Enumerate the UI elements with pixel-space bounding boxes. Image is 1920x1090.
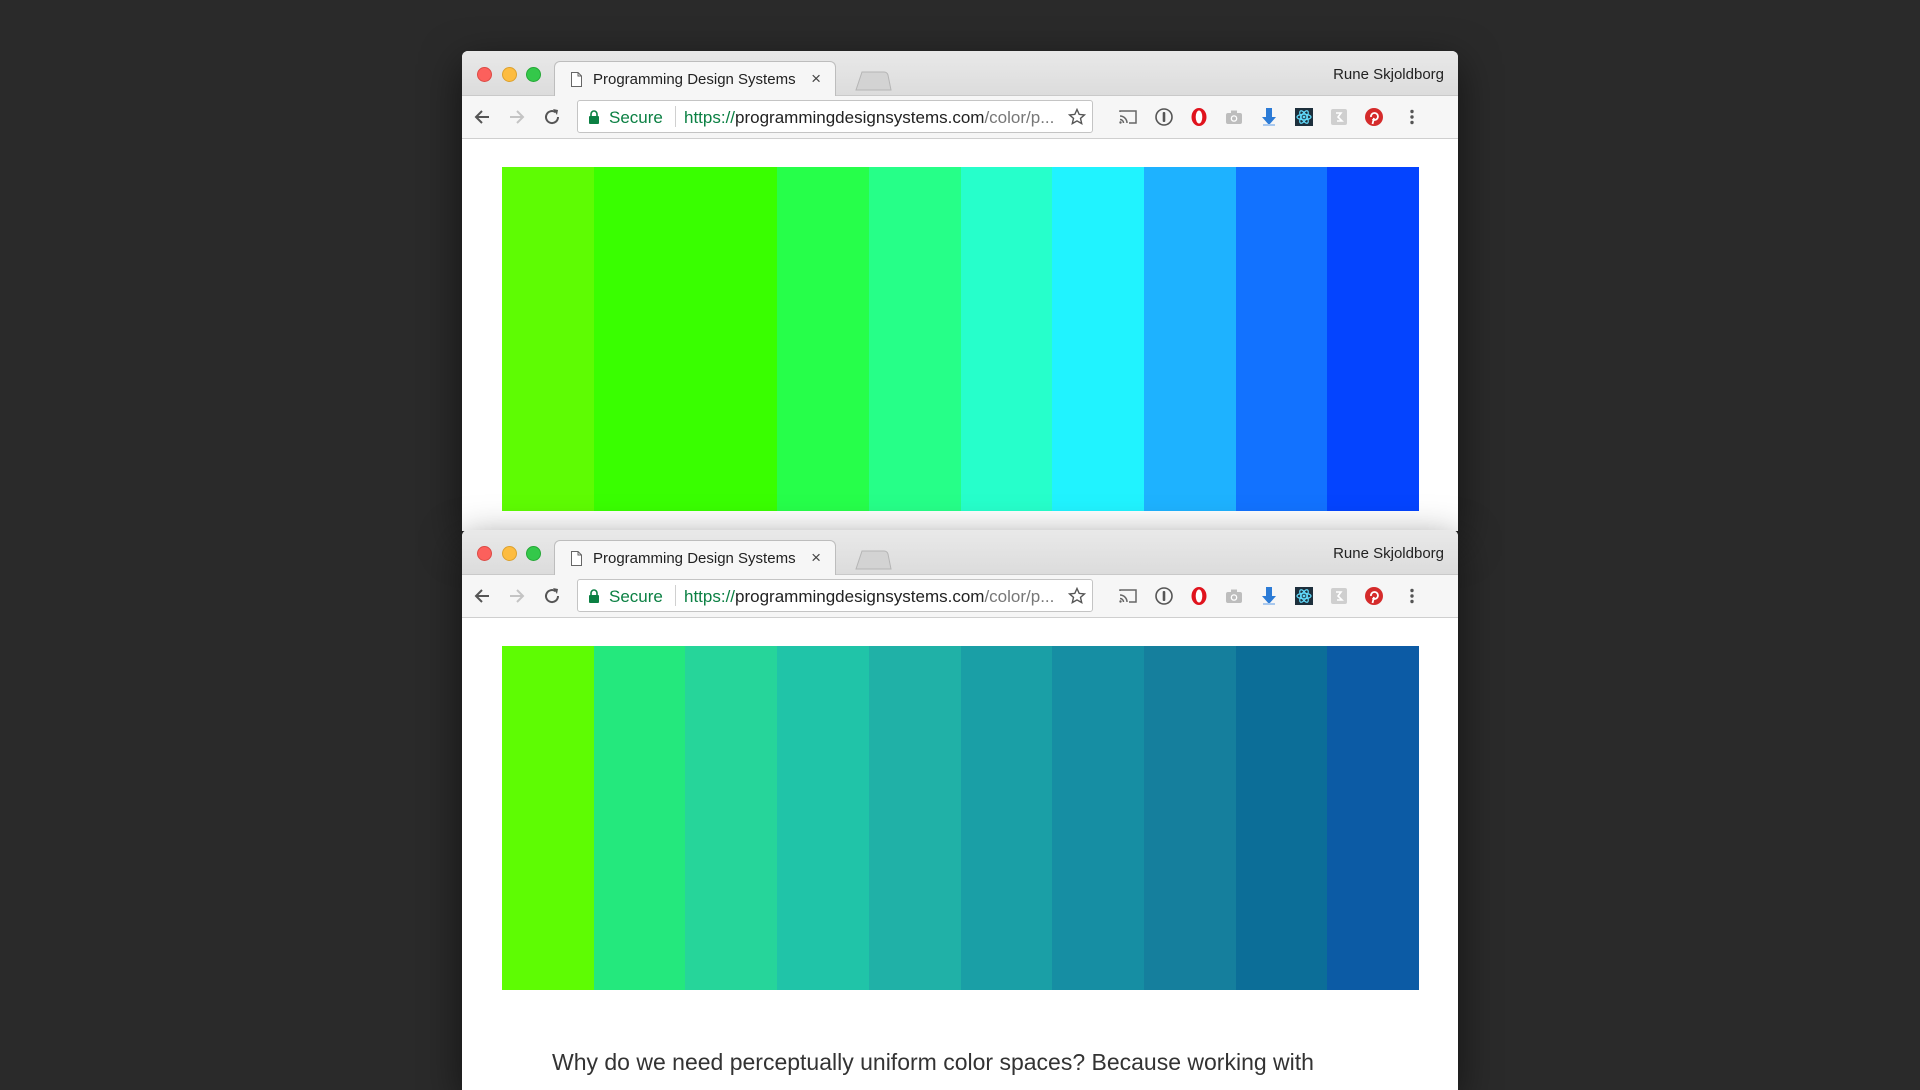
address-bar[interactable]: Secure https://programmingdesignsystems.… (577, 100, 1093, 133)
close-tab-icon[interactable]: × (811, 548, 821, 568)
color-swatch (868, 646, 961, 990)
color-swatch (1143, 646, 1236, 990)
star-icon[interactable] (1068, 108, 1086, 126)
url-scheme: https:// (684, 108, 736, 127)
react-devtools-icon[interactable] (1294, 586, 1314, 606)
color-swatch (1327, 167, 1420, 511)
new-tab-icon[interactable] (854, 71, 892, 91)
title-bar: Programming Design Systems × Rune Skjold… (462, 530, 1458, 576)
url-host: programmingdesignsystems.com (735, 108, 985, 127)
zoom-window-button[interactable] (526, 546, 541, 561)
opera-icon[interactable] (1189, 586, 1209, 606)
1password-icon[interactable] (1154, 107, 1174, 127)
color-swatch (777, 646, 869, 990)
secure-label: Secure (609, 587, 663, 606)
color-swatch (1327, 646, 1420, 990)
lock-icon (589, 589, 599, 603)
color-swatch (593, 646, 686, 990)
star-icon[interactable] (1068, 587, 1086, 605)
browser-toolbar: Secure https://programmingdesignsystems.… (462, 96, 1458, 139)
browser-window-top: Programming Design Systems × Rune Skjold… (462, 51, 1458, 531)
zoom-window-button[interactable] (526, 67, 541, 82)
color-swatch (593, 167, 686, 511)
extension-icon[interactable] (1329, 107, 1349, 127)
download-icon[interactable] (1259, 107, 1279, 127)
url-path: /color/p... (984, 587, 1055, 606)
body-paragraph: Why do we need perceptually uniform colo… (552, 1049, 1314, 1075)
lock-icon (589, 110, 599, 124)
color-swatch (960, 167, 1053, 511)
back-arrow-icon[interactable] (472, 107, 492, 127)
download-icon[interactable] (1259, 586, 1279, 606)
profile-name[interactable]: Rune Skjoldborg (1333, 66, 1444, 83)
url-host: programmingdesignsystems.com (735, 587, 985, 606)
pinterest-icon[interactable] (1364, 107, 1384, 127)
url-path: /color/p... (984, 108, 1055, 127)
swatch-strip (502, 167, 1420, 511)
new-tab-icon[interactable] (854, 550, 892, 570)
secure-label: Secure (609, 108, 663, 127)
color-swatch (1235, 167, 1328, 511)
page-icon (571, 551, 582, 566)
browser-window-bottom: Programming Design Systems × Rune Skjold… (462, 530, 1458, 1090)
close-tab-icon[interactable]: × (811, 69, 821, 89)
url-text: https://programmingdesignsystems.com/col… (684, 108, 1079, 128)
cast-icon[interactable] (1118, 586, 1138, 606)
url-text: https://programmingdesignsystems.com/col… (684, 587, 1079, 607)
color-swatch (502, 167, 594, 511)
minimize-window-button[interactable] (502, 546, 517, 561)
back-arrow-icon[interactable] (472, 586, 492, 606)
tab-title: Programming Design Systems (593, 550, 796, 567)
address-divider (675, 106, 676, 127)
browser-tab[interactable]: Programming Design Systems × (554, 61, 836, 97)
color-swatch (960, 646, 1053, 990)
color-swatch (868, 167, 961, 511)
browser-toolbar: Secure https://programmingdesignsystems.… (462, 575, 1458, 618)
address-bar[interactable]: Secure https://programmingdesignsystems.… (577, 579, 1093, 612)
camera-icon[interactable] (1224, 107, 1244, 127)
close-window-button[interactable] (477, 67, 492, 82)
color-swatch (685, 167, 778, 511)
color-swatch (1052, 646, 1144, 990)
1password-icon[interactable] (1154, 586, 1174, 606)
address-divider (675, 585, 676, 606)
color-swatch (777, 167, 869, 511)
camera-icon[interactable] (1224, 586, 1244, 606)
color-swatch (1052, 167, 1144, 511)
react-devtools-icon[interactable] (1294, 107, 1314, 127)
pinterest-icon[interactable] (1364, 586, 1384, 606)
extension-icon[interactable] (1329, 586, 1349, 606)
swatch-strip (502, 646, 1420, 990)
forward-arrow-icon[interactable] (507, 586, 527, 606)
title-bar: Programming Design Systems × Rune Skjold… (462, 51, 1458, 97)
menu-icon[interactable] (1402, 586, 1422, 606)
minimize-window-button[interactable] (502, 67, 517, 82)
reload-icon[interactable] (542, 107, 562, 127)
profile-name[interactable]: Rune Skjoldborg (1333, 545, 1444, 562)
tab-title: Programming Design Systems (593, 71, 796, 88)
color-swatch (685, 646, 778, 990)
page-icon (571, 72, 582, 87)
forward-arrow-icon[interactable] (507, 107, 527, 127)
close-window-button[interactable] (477, 546, 492, 561)
opera-icon[interactable] (1189, 107, 1209, 127)
color-swatch (502, 646, 594, 990)
reload-icon[interactable] (542, 586, 562, 606)
browser-tab[interactable]: Programming Design Systems × (554, 540, 836, 576)
color-swatch (1235, 646, 1328, 990)
cast-icon[interactable] (1118, 107, 1138, 127)
url-scheme: https:// (684, 587, 736, 606)
color-swatch (1143, 167, 1236, 511)
menu-icon[interactable] (1402, 107, 1422, 127)
